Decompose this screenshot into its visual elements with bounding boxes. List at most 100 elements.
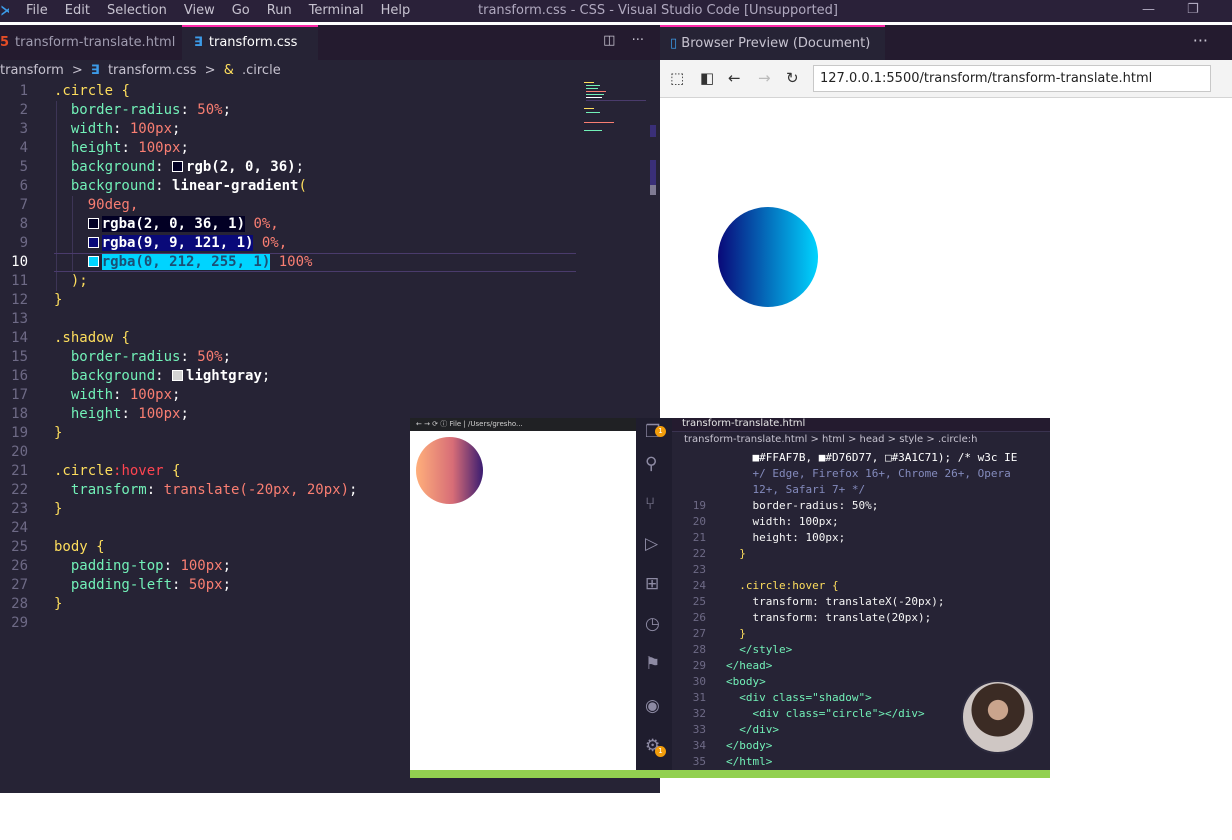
title-bar: ⋊ File Edit Selection View Go Run Termin… [0,0,1232,22]
forward-button[interactable]: → [758,69,771,87]
code-line: 1 .circle { [19,83,130,99]
code-line: 8 rgba(2, 0, 36, 1) 0%, [19,216,279,232]
menu-run[interactable]: Run [267,3,292,18]
editor-tab-bar: 5 transform-translate.html ∃ transform.css… [0,25,660,81]
vscode-icon: ⋊ [0,3,9,19]
breadcrumb-symbol[interactable]: .circle [242,63,281,78]
breadcrumb-separator: > [204,63,216,78]
tab-label: transform-translate.html [15,35,176,50]
overlay-line-text: transform: translateX(-20px); [726,595,945,608]
overlay-line-text: </style> [726,643,793,656]
scroll-marker [650,160,656,185]
restore-button[interactable]: ❐ [1187,2,1199,17]
code-line: 12} [11,292,63,308]
overlay-browser: ← → ⟳ ⓘ File | /Users/gresho... [410,418,636,770]
timeline-icon: ◷ [645,614,660,634]
overlay-line-text: transform: translate(20px); [726,611,932,624]
gradient-circle[interactable] [718,207,818,307]
overlay-line-number: 32 [692,707,706,720]
overlay-browser-bar: ← → ⟳ ⓘ File | /Users/gresho... [410,418,636,431]
overlay-line-text: ■#FFAF7B, ■#D76D77, □#3A1C71); /* w3c IE [726,451,1018,464]
overlay-line-text: <div class="circle"></div> [726,707,925,720]
overlay-code-line: 12+, Safari 7+ */ [672,482,1050,498]
overlay-line-text: .circle:hover { [726,579,839,592]
code-line: 5 background: rgb(2, 0, 36); [19,159,305,175]
overlay-line-text: </div> [726,723,779,736]
overlay-line-number: 33 [692,723,706,736]
color-swatch[interactable] [172,370,184,381]
code-line: 14 .shadow { [11,330,130,346]
css-file-icon: ∃ [194,35,203,50]
overlay-line-text: </html> [726,755,773,768]
overlay-line-text: height: 100px; [726,531,846,544]
overlay-line-number: 22 [692,547,706,560]
color-swatch[interactable] [87,256,99,267]
split-editor-icon[interactable]: ◫ [603,33,615,48]
overlay-code-line: 26 transform: translate(20px); [672,610,1050,626]
breadcrumb-file[interactable]: transform.css [108,63,197,78]
source-control-icon: ⑂ [645,494,656,514]
minimize-button[interactable]: — [1142,2,1155,17]
overlay-line-text: 12+, Safari 7+ */ [726,483,866,496]
minimap[interactable] [584,82,648,142]
breadcrumb-folder[interactable]: transform [0,63,64,78]
menu-help[interactable]: Help [381,3,411,18]
device-icon[interactable]: ◧ [700,69,714,87]
scrollbar-thumb[interactable] [650,185,656,195]
overlay-code-line: 27 } [672,626,1050,642]
preview-toolbar: ⬚ ◧ ← → ↻ 127.0.0.1:5500/transform/trans… [660,60,1232,98]
reload-button[interactable]: ↻ [786,69,799,87]
editor-actions: ◫ ··· [603,33,644,48]
overlay-line-text: } [726,547,746,560]
back-button[interactable]: ← [728,69,741,87]
overlay-line-number: 26 [692,611,706,624]
code-line: 4 height: 100px; [19,140,189,156]
menu-view[interactable]: View [184,3,215,18]
css-file-icon: ∃ [90,63,100,78]
overlay-line-number: 24 [692,579,706,592]
code-line: 16 background: lightgray; [11,368,271,384]
code-line: 13 [11,311,28,327]
overlay-code-line: 29 </head> [672,658,1050,674]
overlay-code-line: ■#FFAF7B, ■#D76D77, □#3A1C71); /* w3c IE [672,450,1050,466]
menu-terminal[interactable]: Terminal [309,3,364,18]
menu-selection[interactable]: Selection [107,3,167,18]
color-swatch[interactable] [87,218,99,229]
code-line: 9 rgba(9, 9, 121, 1) 0%, [19,235,288,251]
more-actions-icon[interactable]: ··· [1193,31,1208,50]
menu-file[interactable]: File [26,3,48,18]
run-debug-icon: ▷ [645,534,659,554]
tab-transform-css[interactable]: ∃transform.css ✕ [182,25,318,81]
window-title: transform.css - CSS - Visual Studio Code… [478,3,839,18]
overlay-line-text: <body> [726,675,766,688]
notification-badge: 1 [655,426,666,437]
overlay-line-number: 35 [692,755,706,768]
document-icon: ▯ [670,36,678,51]
url-input[interactable]: 127.0.0.1:5500/transform/transform-trans… [813,65,1211,92]
overlay-bottom-bar [410,770,1050,778]
tab-browser-preview[interactable]: ▯ Browser Preview (Document) ✕ [660,25,885,84]
video-overlay: ← → ⟳ ⓘ File | /Users/gresho... ❐ 1 ⚲ ⑂ … [410,418,1050,778]
tab-transform-translate-html[interactable]: 5 transform-translate.html [0,25,182,60]
preview-tab-bar: ▯ Browser Preview (Document) ✕ ··· [660,25,1232,84]
code-line: 2 border-radius: 50%; [19,102,232,118]
overlay-code-line: 23 [672,562,1050,578]
overlay-code-line: 35 </html> [672,754,1050,770]
overlay-code-line: 24 .circle:hover { [672,578,1050,594]
symbol-icon: & [223,63,234,78]
html-file-icon: 5 [0,35,10,50]
webcam-avatar [961,680,1035,754]
color-swatch[interactable] [172,161,184,172]
search-icon: ⚲ [645,454,658,474]
inspect-icon[interactable]: ⬚ [670,69,684,87]
breadcrumb: transform > ∃ transform.css > & .circle [0,60,660,82]
overlay-breadcrumb: transform-translate.html > html > head >… [684,434,978,445]
menu-go[interactable]: Go [232,3,250,18]
menu-edit[interactable]: Edit [65,3,90,18]
overlay-line-number: 21 [692,531,706,544]
color-swatch[interactable] [87,237,99,248]
more-actions-icon[interactable]: ··· [632,33,644,48]
code-line-current: 10 rgba(0, 212, 255, 1) 100% [11,254,313,270]
overlay-line-number: 20 [692,515,706,528]
overlay-line-text: </head> [726,659,773,672]
